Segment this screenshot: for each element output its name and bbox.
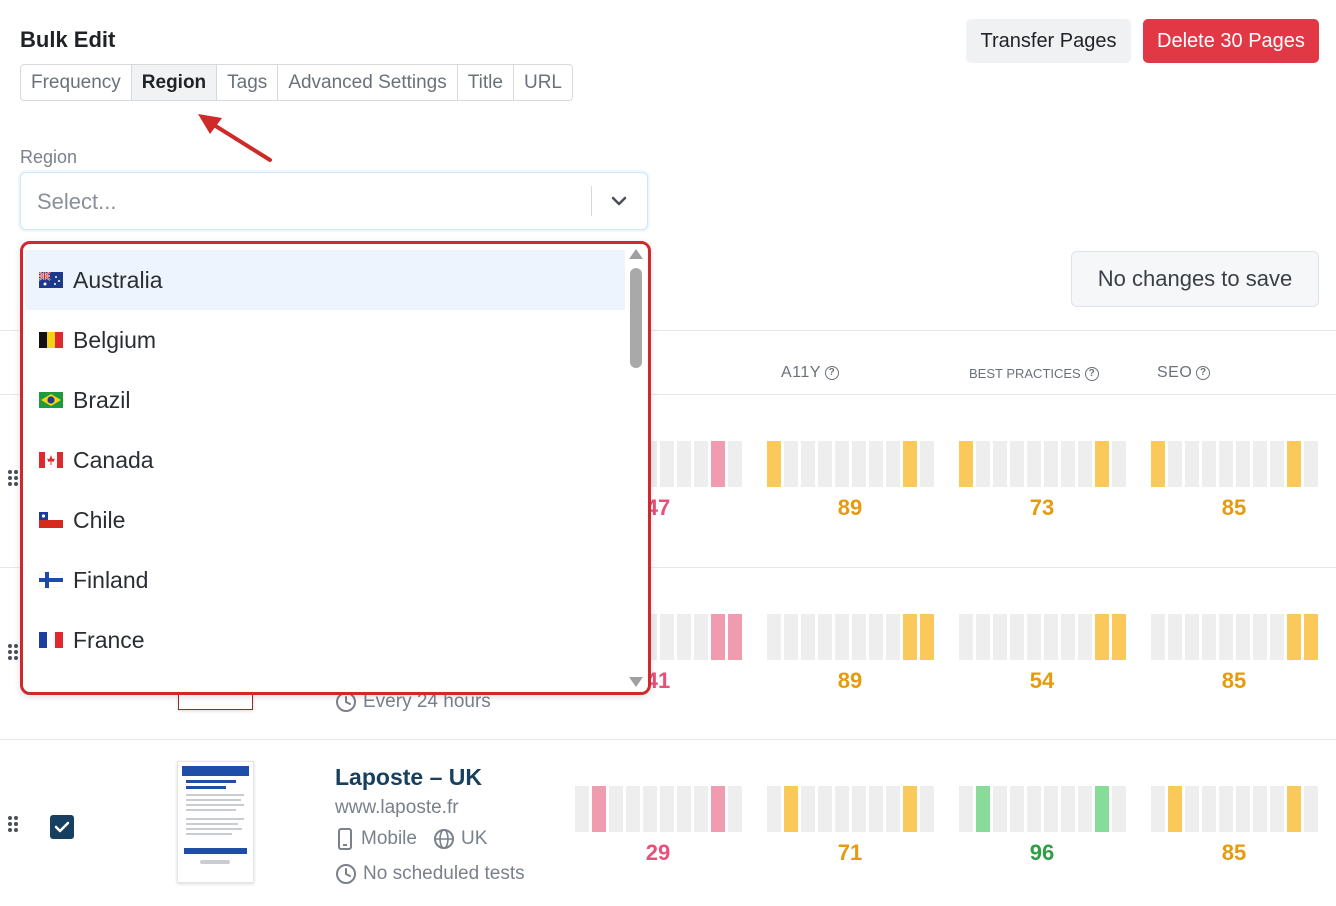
region-option-chile[interactable]: Chile <box>25 490 625 550</box>
page-name-link[interactable]: Laposte – UK <box>335 764 482 791</box>
schedule-info: No scheduled tests <box>335 863 525 885</box>
column-header-a11y-label: A11Y <box>781 364 821 381</box>
page-thumbnail[interactable] <box>177 761 254 883</box>
performance-history-bars <box>575 786 742 832</box>
a11y-history-bars <box>767 441 934 487</box>
germany-flag-icon <box>39 692 63 695</box>
a11y-history-bars <box>767 614 934 660</box>
seo-score: 85 <box>1221 495 1247 520</box>
region-field-label: Region <box>20 147 78 167</box>
best-practices-history-bars <box>959 614 1126 660</box>
column-header-best-practices: BEST PRACTICES ? <box>969 366 1099 381</box>
region-option-label: Brazil <box>73 386 131 413</box>
region-option-label: Chile <box>73 506 126 533</box>
checkmark-icon <box>54 821 70 833</box>
region-option-label: Canada <box>73 446 154 473</box>
tab-url[interactable]: URL <box>514 65 572 100</box>
schedule-text: No scheduled tests <box>363 863 525 884</box>
delete-pages-button[interactable]: Delete 30 Pages <box>1143 19 1319 63</box>
region-option-australia[interactable]: Australia <box>25 250 625 310</box>
thumbnail-preview <box>182 766 249 864</box>
a11y-score: 89 <box>837 495 863 520</box>
region-option-label: France <box>73 626 145 653</box>
column-header-a11y: A11Y ? <box>781 364 839 382</box>
belgium-flag-icon <box>39 332 63 348</box>
region-option-label: Finland <box>73 566 149 593</box>
help-icon[interactable]: ? <box>824 366 839 380</box>
row-select-checkbox[interactable] <box>50 815 74 839</box>
column-header-seo-label: SEO <box>1157 364 1193 381</box>
a11y-history-bars <box>767 786 934 832</box>
region-select-placeholder: Select... <box>37 189 117 214</box>
page-url: www.laposte.fr <box>335 797 459 818</box>
no-changes-to-save-button[interactable]: No changes to save <box>1071 251 1319 307</box>
bulk-edit-tabs: Frequency Region Tags Advanced Settings … <box>20 64 573 101</box>
best-practices-history-bars <box>959 441 1126 487</box>
seo-score: 85 <box>1221 840 1247 865</box>
seo-history-bars <box>1151 786 1318 832</box>
column-header-seo: SEO ? <box>1157 364 1211 382</box>
dropdown-scrollbar-thumb[interactable] <box>630 268 642 368</box>
tab-tags[interactable]: Tags <box>217 65 279 100</box>
brazil-flag-icon <box>39 392 63 408</box>
chevron-down-icon[interactable] <box>609 191 629 211</box>
region-option-label: Belgium <box>73 326 157 353</box>
mobile-device-icon <box>338 828 352 850</box>
region-option-canada[interactable]: Canada <box>25 430 625 490</box>
drag-handle-icon[interactable] <box>8 816 18 832</box>
best-practices-history-bars <box>959 786 1126 832</box>
seo-history-bars <box>1151 441 1318 487</box>
chile-flag-icon <box>39 512 63 528</box>
column-header-best-practices-label: BEST PRACTICES <box>969 366 1081 381</box>
device-label: Mobile <box>361 828 417 849</box>
globe-icon <box>433 829 454 849</box>
region-option-finland[interactable]: Finland <box>25 550 625 610</box>
scroll-up-arrow-icon[interactable] <box>629 249 643 259</box>
scroll-down-arrow-icon[interactable] <box>629 677 643 687</box>
select-divider <box>591 186 592 216</box>
france-flag-icon <box>39 632 63 648</box>
region-label: UK <box>460 828 488 849</box>
a11y-score: 71 <box>837 840 863 865</box>
region-option-belgium[interactable]: Belgium <box>25 310 625 370</box>
canada-flag-icon <box>39 452 63 468</box>
region-option-france[interactable]: France <box>25 610 625 670</box>
a11y-score: 89 <box>837 668 863 693</box>
help-icon[interactable]: ? <box>1196 366 1211 380</box>
performance-score: 29 <box>645 840 671 865</box>
seo-history-bars <box>1151 614 1318 660</box>
transfer-pages-button[interactable]: Transfer Pages <box>966 19 1131 63</box>
divider <box>0 739 1336 740</box>
clock-icon <box>336 864 356 884</box>
region-option-brazil[interactable]: Brazil <box>25 370 625 430</box>
seo-score: 85 <box>1221 668 1247 693</box>
help-icon[interactable]: ? <box>1084 366 1099 381</box>
region-option-partial[interactable] <box>25 670 625 695</box>
region-select[interactable]: Select... <box>20 172 648 230</box>
tab-advanced-settings[interactable]: Advanced Settings <box>278 65 458 100</box>
best-practices-score: 54 <box>1029 668 1055 693</box>
drag-handle-icon[interactable] <box>8 470 18 486</box>
tab-frequency[interactable]: Frequency <box>21 65 132 100</box>
device-info: Mobile UK <box>335 828 487 850</box>
drag-handle-icon[interactable] <box>8 644 18 660</box>
best-practices-score: 73 <box>1029 495 1055 520</box>
best-practices-score: 96 <box>1029 840 1055 865</box>
annotation-arrow-icon <box>198 114 272 162</box>
region-option-label: Australia <box>73 266 163 293</box>
tab-region[interactable]: Region <box>131 65 218 100</box>
bulk-edit-page: Bulk Edit Frequency Region Tags Advanced… <box>0 0 1336 906</box>
tab-title[interactable]: Title <box>458 65 514 100</box>
page-title: Bulk Edit <box>20 27 116 52</box>
australia-flag-icon <box>39 272 63 288</box>
region-dropdown-menu: Australia Belgium Brazil Canada Chile Fi… <box>20 241 651 695</box>
finland-flag-icon <box>39 572 63 588</box>
